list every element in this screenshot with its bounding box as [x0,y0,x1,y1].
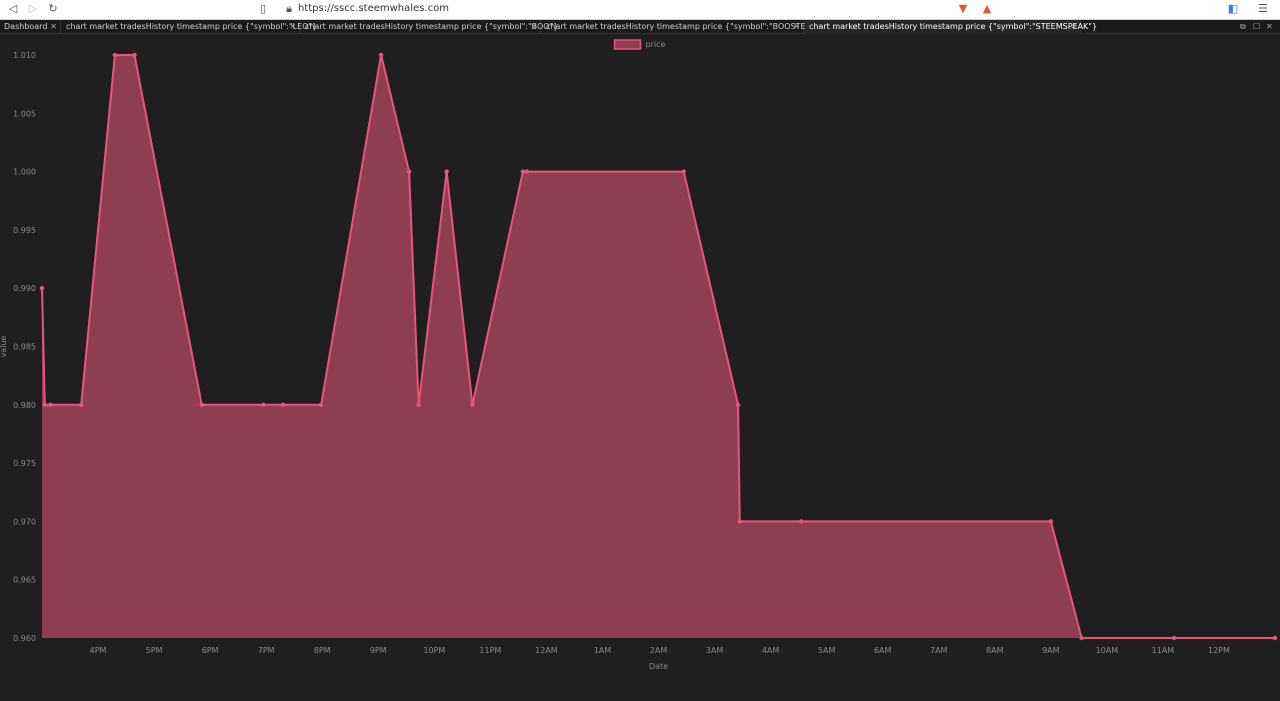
data-point [132,52,137,58]
data-point [378,52,384,58]
tab-leo-chart[interactable]: chart market tradesHistory timestamp pri… [62,20,317,34]
x-tick-label: 12AM [535,646,558,655]
price-chart: 1.010 1.005 1.000 0.995 0.990 0.985 0.980 0.975… [0,39,1278,671]
data-point [416,402,421,407]
tab-bar: Dashboard ✕ chart market tradesHistory t… [0,20,1280,34]
x-tick-label: 10AM [1096,646,1119,655]
x-axis-label: Date [649,662,668,671]
data-point [735,402,741,407]
close-icon[interactable]: ✕ [530,20,537,34]
data-point [261,402,266,407]
data-point [681,169,686,174]
y-tick-label: 0.960 [13,634,36,643]
x-tick-label: 12PM [1208,646,1230,655]
y-axis-label: value [0,336,8,358]
x-tick-label: 9PM [370,646,387,655]
data-point [799,519,804,524]
x-tick-label: 10PM [423,646,445,655]
x-tick-label: 11PM [479,646,501,655]
data-point [42,402,48,407]
y-tick-label: 0.980 [13,401,36,410]
close-icon[interactable]: ✕ [289,20,296,34]
y-tick-label: 0.965 [13,576,36,585]
close-icon[interactable]: ✕ [1070,20,1077,34]
x-tick-label: 3AM [706,646,724,655]
data-point [1272,635,1278,641]
x-tick-label: 7AM [930,646,948,655]
data-point [520,169,526,174]
x-tick-label: 9AM [1042,646,1060,655]
data-point [79,402,84,407]
data-point [318,402,324,407]
tab-label: chart market tradesHistory timestamp pri… [66,22,318,31]
translate-icon[interactable]: ◧ [1226,2,1240,16]
x-tick-label: 8PM [314,646,331,655]
x-tick-label: 4AM [762,646,780,655]
data-point [470,402,475,407]
x-tick-label: 6PM [202,646,219,655]
tab-label: chart market tradesHistory timestamp pri… [305,22,559,31]
x-tick-label: 5PM [146,646,163,655]
x-tick-label: 11AM [1152,646,1175,655]
y-tick-label: 0.995 [13,226,36,235]
browser-toolbar: ◁ ▷ ↻ ▯ 🔒︎ https://sscc.steemwhales.com … [0,0,1280,20]
y-tick-label: 1.000 [13,168,36,177]
data-point [1171,635,1177,641]
data-point [48,402,53,407]
y-tick-label: 1.010 [13,51,36,60]
tab-booster-chart[interactable]: chart market tradesHistory timestamp pri… [542,20,820,34]
menu-icon[interactable]: ☰ [1256,2,1270,16]
tab-steemspeak-chart[interactable]: chart market tradesHistory timestamp pri… [805,20,1097,34]
y-tick-label: 0.975 [13,459,36,468]
lock-icon: 🔒︎ [286,2,292,15]
back-icon[interactable]: ◁ [6,2,20,16]
x-tick-label: 5AM [818,646,836,655]
x-tick-label: 8AM [986,646,1004,655]
data-point [199,402,204,407]
data-point [524,169,529,174]
tab-label: Dashboard [4,22,48,31]
data-point [280,402,286,407]
legend-swatch [613,39,642,50]
brave-shield-icon[interactable]: ▼ [956,2,970,16]
forward-icon[interactable]: ▷ [26,2,40,16]
popout-icon[interactable]: ⧉ [1240,20,1246,34]
x-tick-label: 7PM [258,646,275,655]
tab-label: chart market tradesHistory timestamp pri… [546,22,820,31]
y-tick-label: 0.990 [13,284,36,293]
x-tick-label: 2AM [650,646,668,655]
close-icon[interactable]: ✕ [50,20,57,34]
data-point [112,52,118,58]
close-panel-icon[interactable]: ✕ [1266,20,1273,34]
data-point [737,519,742,524]
bookmark-icon[interactable]: ▯ [256,2,270,16]
series-area-fill [42,55,1275,638]
y-tick-label: 0.985 [13,343,36,352]
x-tick-label: 4PM [90,646,107,655]
tab-dashboard[interactable]: Dashboard ✕ [0,20,61,34]
tab-boo-chart[interactable]: chart market tradesHistory timestamp pri… [301,20,558,34]
maximize-icon[interactable]: ☐ [1253,20,1260,34]
data-point [1079,635,1084,641]
data-point [406,169,412,174]
rewards-icon[interactable]: ▲ [980,2,994,16]
chart-panel: 1.010 1.005 1.000 0.995 0.990 0.985 0.980 0.975… [0,35,1280,696]
x-tick-label: 1AM [594,646,612,655]
data-point [444,169,449,174]
reload-icon[interactable]: ↻ [46,2,60,16]
tab-label: chart market tradesHistory timestamp pri… [809,22,1098,31]
data-point [39,286,45,291]
x-tick-label: 6AM [874,646,892,655]
legend-label: price [646,40,666,49]
url-field[interactable]: https://sscc.steemwhales.com [298,3,449,14]
close-icon[interactable]: ✕ [793,20,800,34]
y-tick-label: 1.005 [13,109,36,118]
data-point [1048,519,1054,524]
y-tick-label: 0.970 [13,517,36,526]
